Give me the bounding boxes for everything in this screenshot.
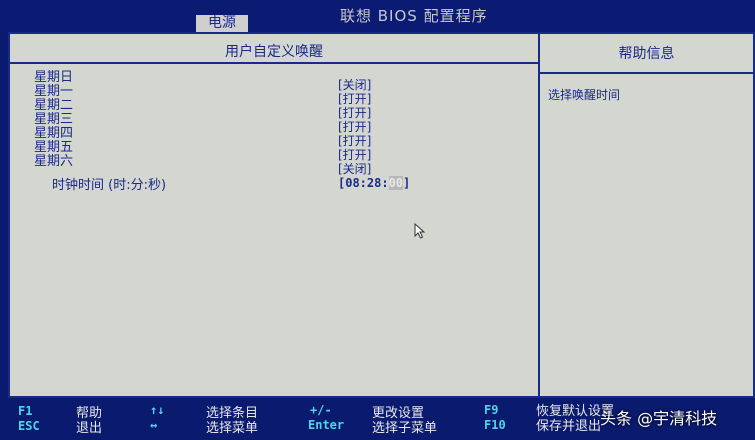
key-enter: Enter <box>308 418 345 432</box>
key-left-right-desc: 选择菜单 <box>206 421 259 436</box>
day-label-friday[interactable]: 星期五 <box>34 141 73 155</box>
day-label-saturday[interactable]: 星期六 <box>34 155 73 169</box>
help-text: 选择唤醒时间 <box>548 88 621 102</box>
day-label-sunday[interactable]: 星期日 <box>34 71 73 85</box>
clock-time-label: 时钟时间 (时:分:秒) <box>52 178 167 193</box>
day-value-sunday[interactable]: [关闭] <box>338 78 371 92</box>
day-value-thursday[interactable]: [打开] <box>338 134 371 148</box>
settings-screen: 用户自定义唤醒 星期日 星期一 星期二 星期三 星期四 星期五 星期六 [关闭]… <box>8 32 755 398</box>
day-value-saturday[interactable]: [关闭] <box>338 162 371 176</box>
day-value-friday[interactable]: [打开] <box>338 148 371 162</box>
day-label-thursday[interactable]: 星期四 <box>34 127 73 141</box>
mouse-pointer-icon <box>414 222 426 243</box>
key-f10: F10 <box>484 418 506 432</box>
day-label-tuesday[interactable]: 星期二 <box>34 99 73 113</box>
day-label-wednesday[interactable]: 星期三 <box>34 113 73 127</box>
key-left-right: ↔ <box>150 418 158 432</box>
clock-seconds-field[interactable]: 00 <box>388 176 404 190</box>
clock-value-suffix: ] <box>403 176 411 190</box>
key-esc: ESC <box>18 419 40 433</box>
key-f1: F1 <box>18 404 33 418</box>
key-plus-minus: +/- <box>310 403 332 417</box>
clock-value-prefix: [08:28: <box>338 176 389 190</box>
clock-time-value[interactable]: [08:28:00] <box>338 176 410 190</box>
watermark: 头条 @宇清科技 <box>600 409 718 428</box>
help-title: 帮助信息 <box>540 34 753 74</box>
day-value-wednesday[interactable]: [打开] <box>338 120 371 134</box>
day-value-tuesday[interactable]: [打开] <box>338 106 371 120</box>
day-list: 星期日 星期一 星期二 星期三 星期四 星期五 星期六 <box>34 71 73 169</box>
day-label-monday[interactable]: 星期一 <box>34 85 73 99</box>
day-value-monday[interactable]: [打开] <box>338 92 371 106</box>
key-esc-desc: 退出 <box>76 421 103 436</box>
bios-title: 联想 BIOS 配置程序 <box>340 7 488 25</box>
help-pane: 帮助信息 选择唤醒时间 <box>540 34 753 396</box>
key-up-down: ↑↓ <box>150 403 165 417</box>
key-enter-desc: 选择子菜单 <box>372 421 438 436</box>
title-bar: 联想 BIOS 配置程序 电源 <box>0 0 755 32</box>
tab-power[interactable]: 电源 <box>196 15 248 32</box>
section-title: 用户自定义唤醒 <box>10 34 538 64</box>
value-list: [关闭] [打开] [打开] [打开] [打开] [打开] [关闭] <box>338 78 371 176</box>
key-f9: F9 <box>484 403 499 417</box>
main-pane: 用户自定义唤醒 星期日 星期一 星期二 星期三 星期四 星期五 星期六 [关闭]… <box>10 34 540 396</box>
key-f10-desc: 保存并退出 <box>536 419 602 434</box>
